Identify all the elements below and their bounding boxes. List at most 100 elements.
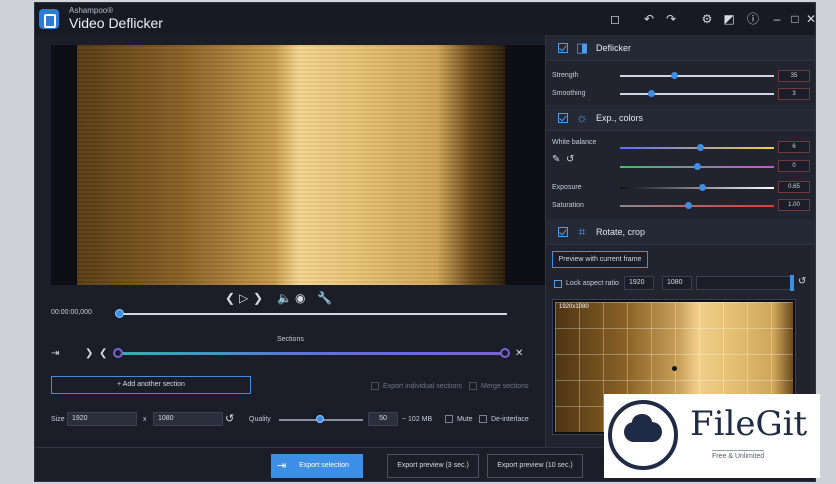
theme-icon[interactable]: ◩ <box>721 11 737 27</box>
add-section-button[interactable]: + Add another section <box>51 376 251 394</box>
brand-label: Ashampoo® <box>69 6 114 15</box>
section-next-icon[interactable]: ❯ <box>85 347 93 361</box>
sections-label: Sections <box>277 336 304 343</box>
timeline-slider[interactable] <box>117 313 507 315</box>
crop-width-input[interactable]: 1920 <box>624 276 654 290</box>
deinterlace-checkbox[interactable] <box>479 415 487 423</box>
aspect-dropdown-toggle[interactable] <box>790 275 794 291</box>
white-balance-tint-knob[interactable] <box>694 163 701 170</box>
crop-center-point[interactable] <box>672 366 677 371</box>
sun-icon: ☼ <box>576 110 588 125</box>
strength-slider[interactable] <box>620 75 774 77</box>
deflicker-checkbox[interactable] <box>558 43 568 53</box>
crop-frame-icon[interactable]: ◻ <box>607 11 623 27</box>
colors-checkbox[interactable] <box>558 113 568 123</box>
app-logo-icon <box>39 9 59 29</box>
next-frame-icon[interactable]: ❯ <box>253 291 263 305</box>
reset-white-balance-icon[interactable]: ↺ <box>566 153 574 167</box>
prev-frame-icon[interactable]: ❮ <box>225 291 235 305</box>
play-icon[interactable]: ▷ <box>239 291 248 305</box>
size-estimate: ~ 102 MB <box>402 416 433 423</box>
minimize-icon[interactable]: – <box>769 11 785 27</box>
colors-title: Exp., colors <box>596 113 644 123</box>
deflicker-header[interactable]: ◨ Deflicker <box>546 35 815 61</box>
reset-crop-icon[interactable]: ↺ <box>798 275 806 289</box>
preview-current-frame-button[interactable]: Preview with current frame <box>552 251 648 268</box>
saturation-value[interactable]: 1.00 <box>778 199 810 211</box>
exposure-slider[interactable] <box>620 187 774 189</box>
reset-size-icon[interactable]: ↺ <box>225 412 234 426</box>
redo-icon[interactable]: ↷ <box>663 11 679 27</box>
deflicker-icon: ◨ <box>575 40 589 55</box>
crop-header[interactable]: ⌗ Rotate, crop <box>546 219 815 245</box>
height-input[interactable]: 1080 <box>153 412 223 426</box>
volume-icon[interactable]: 🔈 <box>277 291 292 305</box>
export-selection-button[interactable]: ⇥ Export selection <box>271 454 363 478</box>
aspect-dropdown[interactable] <box>696 276 792 290</box>
info-icon[interactable]: ⓘ <box>745 11 761 27</box>
width-input[interactable]: 1920 <box>67 412 137 426</box>
white-balance-tint-value[interactable]: 0 <box>778 160 810 172</box>
settings-icon[interactable]: ⚙ <box>699 11 715 27</box>
quality-input[interactable]: 50 <box>368 412 398 426</box>
export-icon: ⇥ <box>277 460 287 472</box>
watermark-tagline: Free & Unlimited <box>712 450 765 460</box>
exposure-value[interactable]: 0.65 <box>778 181 810 193</box>
eye-icon[interactable]: ◉ <box>295 291 305 305</box>
white-balance-temp-value[interactable]: 6 <box>778 141 810 153</box>
smoothing-knob[interactable] <box>647 90 655 97</box>
lock-aspect-checkbox[interactable] <box>554 280 562 288</box>
eyedropper-icon[interactable]: ✎ <box>552 153 560 167</box>
quality-knob[interactable] <box>316 415 324 423</box>
quality-label: Quality <box>249 416 271 423</box>
export-individual-checkbox[interactable] <box>371 382 379 390</box>
section-end-handle[interactable] <box>500 348 510 358</box>
app-title: Video Deflicker <box>69 15 163 31</box>
deinterlace-label: De-interlace <box>491 416 529 423</box>
timecode: 00:00:00,000 <box>51 309 92 316</box>
video-preview[interactable] <box>51 45 545 285</box>
export-individual-label: Export individual sections <box>383 383 462 390</box>
size-label: Size <box>51 416 65 423</box>
crop-title: Rotate, crop <box>596 227 646 237</box>
saturation-knob[interactable] <box>684 202 692 209</box>
export-preview-10-button[interactable]: Export preview (10 sec.) <box>487 454 583 478</box>
section-range-track[interactable] <box>117 352 505 355</box>
smoothing-label: Smoothing <box>552 90 586 97</box>
crop-height-input[interactable]: 1080 <box>662 276 692 290</box>
smoothing-value[interactable]: 3 <box>778 88 810 100</box>
title-bar: Ashampoo® Video Deflicker ◻ ↶ ↷ ⚙ ◩ ⓘ – … <box>35 3 815 35</box>
settings-panel: ◨ Deflicker Strength 35 Smoothing 3 ☼ Ex… <box>545 35 815 447</box>
wrench-icon[interactable]: 🔧 <box>317 291 332 305</box>
strength-knob[interactable] <box>670 72 678 79</box>
timeline-knob[interactable] <box>115 309 124 318</box>
saturation-slider[interactable] <box>620 205 774 207</box>
crop-dims-label: 1920x1080 <box>559 304 589 310</box>
export-selection-label: Export selection <box>299 462 349 469</box>
mute-label: Mute <box>457 416 473 423</box>
close-icon[interactable]: ✕ <box>803 11 815 27</box>
exposure-knob[interactable] <box>698 184 706 191</box>
remove-section-icon[interactable]: ✕ <box>515 347 523 361</box>
crop-checkbox[interactable] <box>558 227 568 237</box>
strength-value[interactable]: 35 <box>778 70 810 82</box>
mute-checkbox[interactable] <box>445 415 453 423</box>
exposure-label: Exposure <box>552 184 582 191</box>
white-balance-temp-knob[interactable] <box>697 144 705 151</box>
watermark-name: FileGit <box>690 404 808 444</box>
smoothing-slider[interactable] <box>620 93 774 95</box>
section-start-handle[interactable] <box>113 348 123 358</box>
filegit-watermark: FileGit Free & Unlimited <box>604 394 820 478</box>
maximize-icon[interactable]: □ <box>787 11 803 27</box>
strength-label: Strength <box>552 72 579 79</box>
cloud-icon <box>624 414 662 442</box>
export-preview-3-button[interactable]: Export preview (3 sec.) <box>387 454 479 478</box>
saturation-label: Saturation <box>552 202 584 209</box>
video-frame <box>77 45 505 285</box>
section-prev-icon[interactable]: ❮ <box>99 347 107 361</box>
undo-icon[interactable]: ↶ <box>641 11 657 27</box>
colors-header[interactable]: ☼ Exp., colors <box>546 105 815 131</box>
merge-sections-checkbox[interactable] <box>469 382 477 390</box>
section-enter-icon[interactable]: ⇥ <box>51 347 59 361</box>
merge-sections-label: Merge sections <box>481 383 529 390</box>
